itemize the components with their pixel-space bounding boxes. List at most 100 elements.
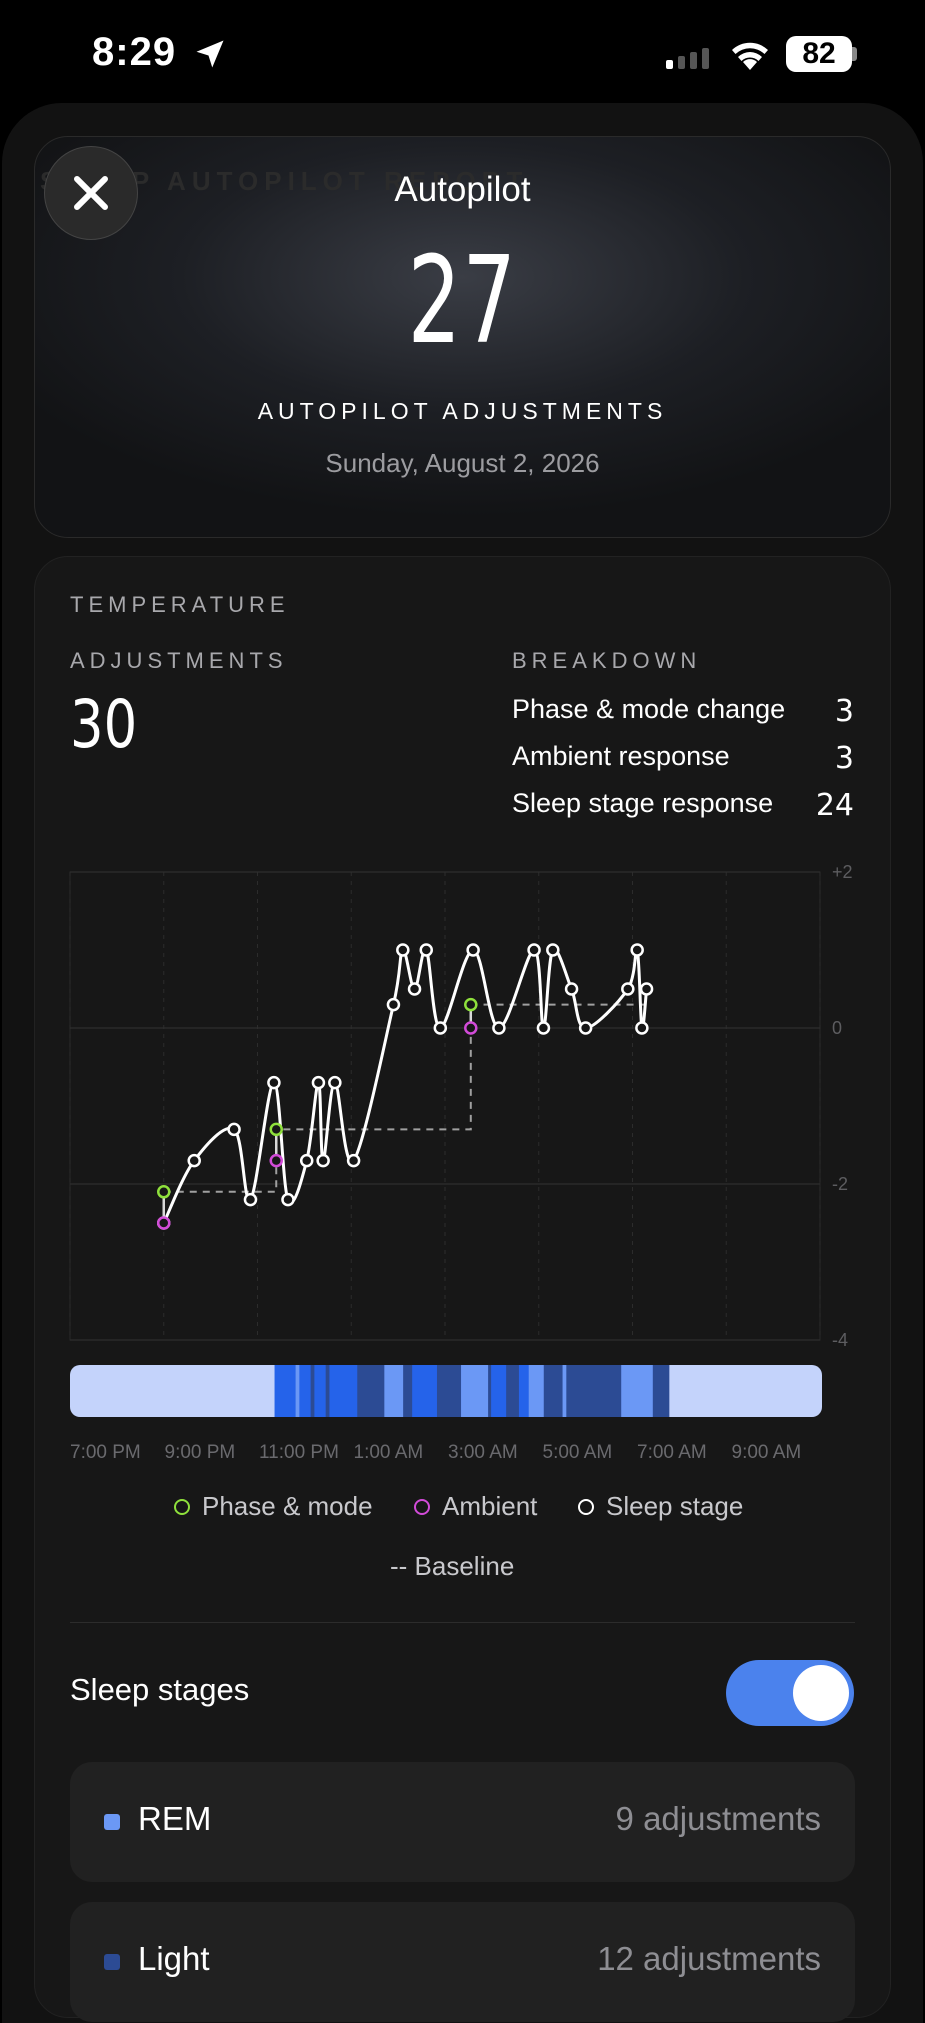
legend-label: Ambient (442, 1491, 538, 1521)
phase-mode-point (464, 997, 478, 1012)
x-tick-label: 5:00 AM (543, 1442, 613, 1460)
y-tick-label: +2 (832, 862, 853, 882)
breakdown-label: Phase & mode change (512, 694, 786, 724)
y-tick-label: -2 (832, 1174, 848, 1194)
hypnogram-segment (325, 1365, 331, 1417)
sleep-stage-point (433, 1021, 448, 1035)
breakdown-row-phase-mode: Phase & mode change 3 (512, 694, 854, 729)
sleep-stages-label: Sleep stages (70, 1672, 250, 1707)
sleep-stage-point (578, 1021, 593, 1035)
hypnogram-segment (562, 1365, 567, 1417)
x-tick-label: 9:00 AM (732, 1442, 802, 1460)
sleep-stage-point (187, 1153, 201, 1168)
legend-sleep-stage: Sleep stage (578, 1491, 743, 1522)
adjustments-label: ADJUSTMENTS (70, 648, 288, 673)
breakdown-row-ambient: Ambient response 3 (512, 741, 854, 776)
breakdown-row-sleep-stage: Sleep stage response 24 (512, 788, 854, 823)
sleep-stages-toggle[interactable] (726, 1660, 854, 1726)
cellular-signal-icon (666, 48, 709, 69)
breakdown-label: Sleep stage response (512, 788, 774, 818)
sleep-stage-point (281, 1192, 295, 1207)
breakdown-label: BREAKDOWN (512, 648, 702, 673)
divider (70, 1622, 855, 1623)
x-tick-label: 9:00 PM (165, 1442, 236, 1460)
toggle-knob (793, 1665, 849, 1721)
autopilot-count-label: AUTOPILOT ADJUSTMENTS (257, 398, 668, 424)
hypnogram-segment (491, 1365, 507, 1417)
sleep-stage-point (227, 1122, 241, 1137)
breakdown-value: 3 (834, 741, 854, 776)
ambient-point (269, 1153, 283, 1168)
status-bar: 8:29 82 (0, 0, 925, 105)
hypnogram-segment (669, 1365, 822, 1417)
x-tick-label: 7:00 PM (70, 1442, 141, 1460)
legend-label: -- Baseline (390, 1551, 515, 1581)
autopilot-count: 27 (407, 232, 518, 371)
sleep-stage-point (635, 1021, 649, 1035)
stage-row-light[interactable]: Light 12 adjustments (70, 1902, 855, 2022)
hypnogram-segment (652, 1365, 670, 1417)
hypnogram-segment (299, 1365, 312, 1417)
hypnogram-segment (543, 1365, 564, 1417)
sleep-stage-point (243, 1192, 258, 1207)
sleep-stage-point (527, 943, 541, 957)
report-date: Sunday, August 2, 2026 (325, 448, 600, 478)
sleep-stage-point (311, 1075, 326, 1090)
legend-dot-icon (174, 1498, 190, 1515)
stage-count: 12 adjustments (597, 1940, 821, 1977)
sleep-stage-point (564, 982, 579, 996)
phase-mode-point (157, 1185, 171, 1199)
hypnogram-segment (314, 1365, 327, 1417)
wifi-icon (732, 42, 768, 70)
battery-indicator: 82 (786, 36, 852, 72)
ambient-point (464, 1021, 478, 1035)
hypnogram-segment (295, 1365, 300, 1417)
hypnogram-segment (528, 1365, 545, 1417)
x-tick-label: 7:00 AM (637, 1442, 707, 1460)
sleep-stage-point (346, 1153, 361, 1168)
legend-label: Sleep stage (606, 1491, 744, 1521)
legend-phase-mode: Phase & mode (174, 1491, 373, 1522)
sleep-stage-point (466, 943, 480, 957)
breakdown-value: 24 (815, 788, 854, 823)
light-color-swatch (104, 1954, 120, 1970)
sleep-stage-point (639, 982, 654, 996)
hypnogram-segment (412, 1365, 438, 1417)
sleep-stage-point (621, 982, 635, 996)
stage-name: REM (138, 1800, 212, 1837)
legend-dot-icon (578, 1498, 594, 1515)
x-tick-label: 1:00 AM (354, 1442, 424, 1460)
baseline-line (163, 1003, 645, 1193)
rem-color-swatch (104, 1814, 120, 1830)
sleep-stage-point (396, 943, 410, 957)
sleep-stage-point (328, 1075, 342, 1090)
sleep-stage-point (546, 943, 560, 957)
page-title: Autopilot (394, 170, 531, 209)
sleep-stage-point (419, 943, 433, 957)
stage-name: Light (138, 1940, 210, 1977)
sleep-stage-point (267, 1075, 281, 1090)
hypnogram-segment (70, 1365, 276, 1417)
y-tick-label: -4 (832, 1330, 848, 1350)
hypnogram-segment (329, 1365, 358, 1417)
breakdown-label: Ambient response (512, 741, 730, 771)
stage-count: 9 adjustments (615, 1800, 821, 1837)
sleep-stage-point (536, 1021, 551, 1035)
status-time: 8:29 (92, 30, 177, 74)
hypnogram-segment (621, 1365, 654, 1417)
hypnogram-segment (274, 1365, 297, 1417)
adjustments-value: 30 (70, 686, 138, 763)
hypnogram-segment (461, 1365, 489, 1417)
temperature-chart[interactable]: +2 0 -2 -4 7:00 PM 9:00 PM 11:00 PM 1:00 AM 3:00… (60, 860, 890, 1460)
hypnogram-segment (518, 1365, 530, 1417)
sleep-stage-point (492, 1021, 506, 1035)
hypnogram-segment (436, 1365, 462, 1417)
ambient-point (157, 1216, 171, 1230)
temperature-section-label: TEMPERATURE (70, 592, 290, 617)
hypnogram-segment (357, 1365, 385, 1417)
stage-row-rem[interactable]: REM 9 adjustments (70, 1762, 855, 1882)
sleep-stage-point (386, 997, 401, 1012)
hypnogram-segment (566, 1365, 622, 1417)
battery-cap (852, 47, 857, 61)
sleep-stage-point (407, 982, 422, 996)
